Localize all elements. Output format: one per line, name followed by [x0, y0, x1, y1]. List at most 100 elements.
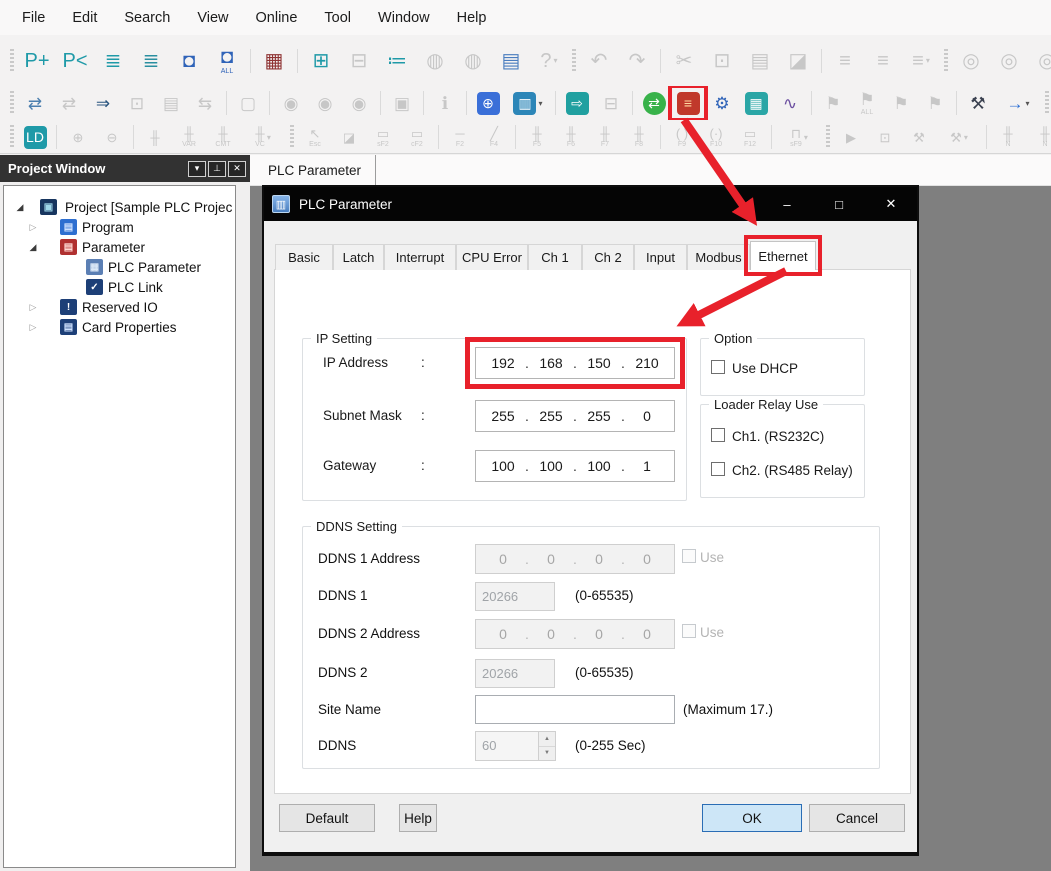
- tab-ethernet[interactable]: Ethernet: [750, 241, 816, 270]
- tree-item-card-properties[interactable]: ▷▤Card Properties: [4, 317, 235, 337]
- multi-window-grid-icon: ▦: [265, 51, 284, 71]
- toolbar-separator: [660, 125, 661, 149]
- menu-online[interactable]: Online: [256, 10, 298, 26]
- tab-modbus[interactable]: Modbus: [687, 244, 750, 270]
- ip-octet: 100: [533, 458, 569, 474]
- toolbar-grip: [10, 49, 14, 73]
- close-button[interactable]: ✕: [865, 187, 917, 221]
- tab-interrupt[interactable]: Interrupt: [384, 244, 456, 270]
- site-name-input[interactable]: [475, 695, 675, 724]
- item-list-button[interactable]: ≔: [380, 44, 414, 78]
- tree-item-plc-link[interactable]: ✓PLC Link: [4, 277, 235, 297]
- ip-address-field[interactable]: 192.168.150.210: [475, 347, 675, 379]
- compare-with-plc-icon: ⇆: [198, 95, 212, 112]
- menu-file[interactable]: File: [22, 10, 45, 26]
- tab-latch[interactable]: Latch: [333, 244, 384, 270]
- read-from-plc-button: ▤: [156, 89, 186, 117]
- minimize-button[interactable]: –: [761, 187, 813, 221]
- menu-search[interactable]: Search: [124, 10, 170, 26]
- user-tools-button[interactable]: →▾: [997, 89, 1039, 117]
- chevron-expanded-icon[interactable]: ◢: [27, 242, 39, 253]
- insert-line-button: ≡: [828, 44, 862, 78]
- bookmark-icon: ⚑: [825, 95, 840, 112]
- ip-octet: 0: [629, 551, 665, 567]
- save-button[interactable]: ◘: [172, 44, 206, 78]
- chevron-expanded-icon[interactable]: ◢: [14, 202, 26, 213]
- ch1-rs232c-checkbox[interactable]: [711, 428, 725, 442]
- maximize-button[interactable]: □: [813, 187, 865, 221]
- f10-coil-button: (·)F10: [701, 123, 731, 151]
- plc-information-icon: ℹ: [442, 95, 448, 112]
- project-window-pin-button[interactable]: ⊥: [208, 161, 226, 177]
- redo-button: ↷: [620, 44, 654, 78]
- tab-cpu-error[interactable]: CPU Error: [456, 244, 528, 270]
- add-item-button[interactable]: ⊞: [304, 44, 338, 78]
- project-window-close-button[interactable]: ✕: [228, 161, 246, 177]
- ip-octet: 255: [485, 408, 521, 424]
- network-shuffle-button[interactable]: ⇄: [639, 89, 669, 117]
- tree-item-project-sample-plc-projec[interactable]: ◢▣Project [Sample PLC Projec: [4, 197, 235, 217]
- ip-octet: 0: [581, 626, 617, 642]
- tab-ch-1[interactable]: Ch 1: [528, 244, 582, 270]
- eraser-icon: ◪: [343, 131, 355, 144]
- plc-parameter-button[interactable]: ≡: [673, 89, 703, 117]
- site-name-hint: (Maximum 17.): [683, 702, 773, 717]
- tree-item-reserved-io[interactable]: ▷!Reserved IO: [4, 297, 235, 317]
- select-mode-button: ↖Esc: [300, 123, 330, 151]
- ch2-rs485-checkbox[interactable]: [711, 462, 725, 476]
- default-button[interactable]: Default: [279, 804, 375, 832]
- save-all-button[interactable]: ◘ALL: [210, 44, 244, 78]
- data-transfer-button[interactable]: ⇨: [562, 89, 592, 117]
- help-button[interactable]: Help: [399, 804, 437, 832]
- chevron-collapsed-icon[interactable]: ▷: [27, 302, 39, 313]
- customize-tools-button[interactable]: ⚒: [963, 89, 993, 117]
- document-tab-plc-parameter[interactable]: PLC Parameter: [250, 155, 376, 185]
- trend-monitor-button[interactable]: ∿: [775, 89, 805, 117]
- f10-coil-icon: (·): [710, 127, 723, 140]
- system-diagnosis-button[interactable]: ▥▾: [507, 89, 549, 117]
- menu-window[interactable]: Window: [378, 10, 430, 26]
- print-button[interactable]: ▤: [494, 44, 528, 78]
- special-module-monitor-button[interactable]: ▦: [741, 89, 771, 117]
- open-project-button[interactable]: P<: [58, 44, 92, 78]
- tab-ch-2[interactable]: Ch 2: [582, 244, 634, 270]
- f5-contact-button: ╫F5: [522, 123, 552, 151]
- connect-run-button[interactable]: ⇒: [88, 89, 118, 117]
- pause-mode-icon: ◉: [352, 95, 367, 112]
- ok-button[interactable]: OK: [702, 804, 802, 832]
- tree-item-plc-parameter[interactable]: ▦PLC Parameter: [4, 257, 235, 277]
- tab-basic[interactable]: Basic: [275, 244, 333, 270]
- menu-help[interactable]: Help: [457, 10, 487, 26]
- cancel-button[interactable]: Cancel: [809, 804, 905, 832]
- chevron-collapsed-icon[interactable]: ▷: [27, 322, 39, 333]
- connect-button[interactable]: ⇄: [20, 89, 50, 117]
- chevron-collapsed-icon[interactable]: ▷: [27, 222, 39, 233]
- use-dhcp-checkbox[interactable]: [711, 360, 725, 374]
- gateway-field[interactable]: 100.100.100.1: [475, 450, 675, 482]
- tree-item-parameter[interactable]: ◢▤Parameter: [4, 237, 235, 257]
- import-item-button[interactable]: ≣: [134, 44, 168, 78]
- menu-tool[interactable]: Tool: [324, 10, 351, 26]
- new-item-button[interactable]: ≣: [96, 44, 130, 78]
- project-window-menu-dropdown-button[interactable]: ▾: [188, 161, 206, 177]
- tab-input[interactable]: Input: [634, 244, 687, 270]
- menu-view[interactable]: View: [197, 10, 228, 26]
- tree-item-program[interactable]: ▷▤Program: [4, 217, 235, 237]
- save-all-icon: ◘: [221, 47, 233, 67]
- ld-program-button[interactable]: LD: [20, 123, 50, 151]
- dropdown-caret-icon: ▾: [554, 56, 558, 65]
- new-project-button[interactable]: P+: [20, 44, 54, 78]
- import-item-icon: ≣: [143, 51, 160, 71]
- settings-gear-button[interactable]: ⚙: [707, 89, 737, 117]
- network-browser-button[interactable]: ⊕: [473, 89, 503, 117]
- reserved-io-icon: !: [60, 299, 77, 315]
- sf9-coil-label: sF9: [790, 141, 802, 148]
- insert-line-icon: ≡: [839, 51, 851, 71]
- ip-octet: 192: [485, 355, 521, 371]
- ip-dot: .: [569, 458, 581, 474]
- ip-dot: .: [617, 626, 629, 642]
- subnet-mask-field[interactable]: 255.255.255.0: [475, 400, 675, 432]
- menu-edit[interactable]: Edit: [72, 10, 97, 26]
- ip-octet: 0: [581, 551, 617, 567]
- multi-window-grid-button[interactable]: ▦: [257, 44, 291, 78]
